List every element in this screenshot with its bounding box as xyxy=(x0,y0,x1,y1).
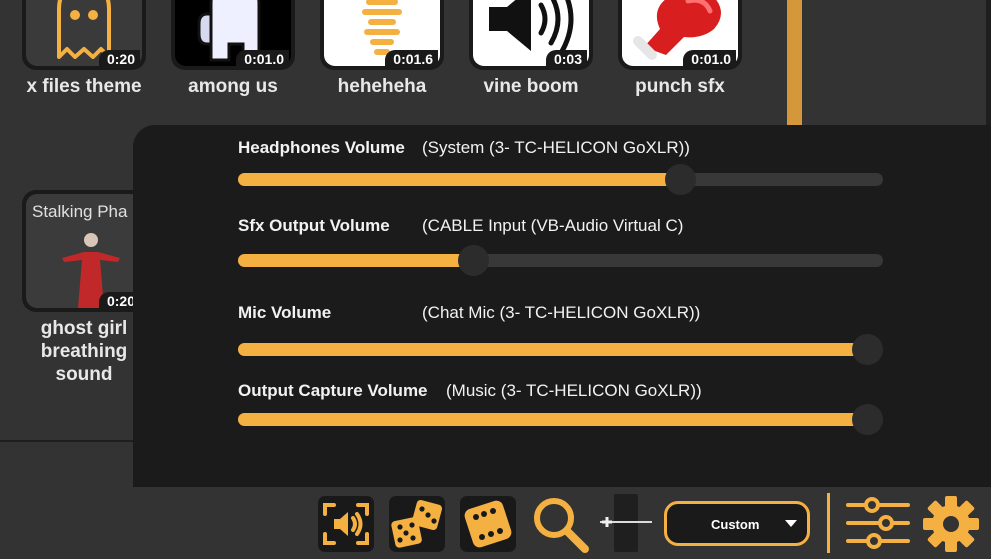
volume-slider[interactable] xyxy=(238,245,883,276)
device-name: (CABLE Input (VB-Audio Virtual C) xyxy=(422,216,684,235)
sound-tile[interactable]: 0:01.0 among us xyxy=(171,0,295,98)
random-button[interactable] xyxy=(389,496,445,552)
volume-slider-button[interactable] xyxy=(598,494,654,554)
slider-handle[interactable] xyxy=(851,404,883,435)
slider-fill xyxy=(238,254,474,267)
preset-value: Custom xyxy=(711,517,760,532)
slider-handle[interactable] xyxy=(458,245,490,276)
screen-audio-icon xyxy=(323,503,369,545)
volume-label: Mic Volume xyxy=(238,303,332,322)
sound-thumbnail[interactable]: 0:01.0 xyxy=(618,0,742,70)
volume-slider[interactable] xyxy=(238,404,883,435)
sound-tile[interactable]: 0:01.0 punch sfx xyxy=(618,0,742,98)
volume-panel: Headphones Volume (System (3- TC-HELICON… xyxy=(133,125,991,487)
duration-badge: 0:01.0 xyxy=(236,50,289,67)
preset-dropdown[interactable]: Custom xyxy=(664,501,810,546)
volume-slider-icon xyxy=(600,494,652,552)
sound-thumbnail[interactable]: 0:01.6 xyxy=(320,0,444,70)
search-button[interactable] xyxy=(528,492,592,556)
mixer-icon xyxy=(846,497,910,549)
device-name: (Chat Mic (3- TC-HELICON GoXLR)) xyxy=(422,303,701,322)
sound-tile[interactable]: Stalking Pha 0:20 ghost girl breathing s… xyxy=(22,190,146,386)
gear-icon xyxy=(923,496,979,552)
device-name: (System (3- TC-HELICON GoXLR)) xyxy=(422,138,690,157)
slider-handle[interactable] xyxy=(851,334,883,365)
volume-label: Headphones Volume xyxy=(238,138,405,157)
volume-slider[interactable] xyxy=(238,334,883,365)
sound-tile[interactable]: 0:03 vine boom xyxy=(469,0,593,98)
sound-name: vine boom xyxy=(483,76,579,97)
volume-slider[interactable] xyxy=(238,164,883,195)
sound-thumbnail[interactable]: 0:20 xyxy=(22,0,146,70)
slider-handle[interactable] xyxy=(664,164,696,195)
volume-label: Sfx Output Volume xyxy=(238,216,390,235)
sound-name: among us xyxy=(188,76,278,97)
bottom-toolbar: Custom xyxy=(0,487,991,559)
duration-badge: 0:01.6 xyxy=(385,50,438,67)
sound-name: punch sfx xyxy=(635,76,725,97)
device-name: (Music (3- TC-HELICON GoXLR)) xyxy=(446,381,702,400)
screen-audio-button[interactable] xyxy=(318,496,374,552)
duration-badge: 0:20 xyxy=(98,50,140,67)
sound-thumbnail[interactable]: 0:03 xyxy=(469,0,593,70)
ghost-girl-thumbnail: Stalking Pha xyxy=(26,194,142,308)
sound-name: ghost girl breathing sound xyxy=(40,318,128,385)
sound-tile[interactable]: 0:20 x files theme xyxy=(22,0,146,98)
search-icon xyxy=(534,498,589,553)
sound-name: heheheha xyxy=(337,76,427,97)
scrollbar-thumb[interactable] xyxy=(787,0,802,126)
sound-thumbnail[interactable]: Stalking Pha 0:20 xyxy=(22,190,146,312)
volume-label: Output Capture Volume xyxy=(238,381,428,400)
slider-fill xyxy=(238,173,680,186)
mixer-button[interactable] xyxy=(846,497,910,549)
thumbnail-caption: Stalking Pha xyxy=(32,202,128,221)
slider-fill xyxy=(238,343,867,356)
chevron-down-icon xyxy=(785,520,797,527)
dice-icon xyxy=(464,500,512,548)
duration-badge: 0:01.0 xyxy=(683,50,736,67)
sound-thumbnail[interactable]: 0:01.0 xyxy=(171,0,295,70)
slider-fill xyxy=(238,413,867,426)
sound-name: x files theme xyxy=(26,76,142,97)
duration-badge: 0:03 xyxy=(545,50,587,67)
random-play-button[interactable] xyxy=(460,496,516,552)
sound-tile[interactable]: 0:01.6 heheheha xyxy=(320,0,444,98)
settings-button[interactable] xyxy=(920,493,982,555)
dice-pair-icon xyxy=(391,499,443,548)
toolbar-divider xyxy=(827,493,830,553)
